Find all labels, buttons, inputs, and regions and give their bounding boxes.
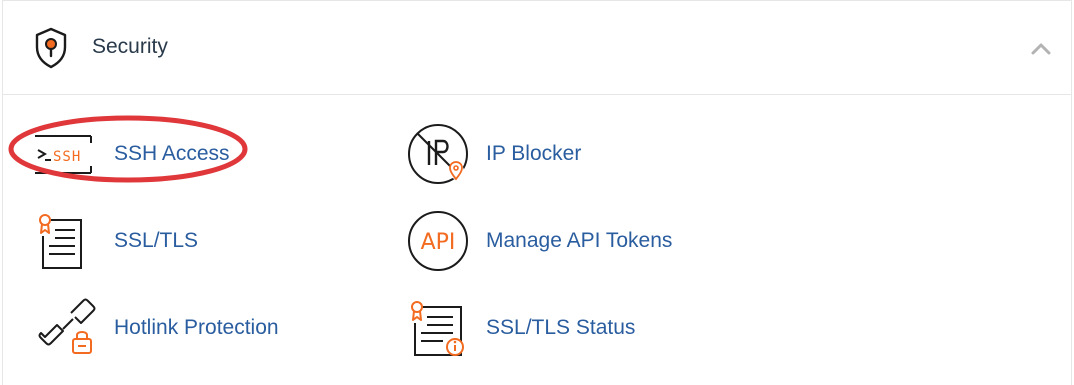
item-ip-blocker[interactable]: IP Blocker: [405, 119, 625, 189]
security-panel: Security SSH SSH Access IP Blocker SSL/T…: [2, 0, 1072, 385]
chevron-up-icon[interactable]: [1029, 37, 1053, 61]
api-icon: API: [408, 211, 468, 271]
section-title: Security: [92, 35, 168, 58]
item-label-ip-blocker: IP Blocker: [486, 142, 582, 165]
item-label-hotlink-protection: Hotlink Protection: [114, 316, 279, 339]
ip-blocker-icon: [408, 124, 468, 184]
broken-link-lock-icon: [38, 298, 96, 354]
item-label-ssl-tls-status: SSL/TLS Status: [486, 316, 636, 339]
item-hotlink-protection[interactable]: Hotlink Protection: [33, 293, 313, 363]
item-ssh-access[interactable]: SSH SSH Access: [33, 119, 263, 189]
item-label-ssh-access: SSH Access: [114, 142, 230, 165]
security-panel-header[interactable]: Security: [3, 1, 1071, 95]
item-ssl-tls-status[interactable]: SSL/TLS Status: [405, 293, 655, 363]
svg-text:API: API: [421, 230, 456, 255]
item-label-manage-api-tokens: Manage API Tokens: [486, 229, 673, 252]
svg-text:SSH: SSH: [53, 149, 81, 165]
item-ssl-tls[interactable]: SSL/TLS: [33, 206, 233, 276]
item-label-ssl-tls: SSL/TLS: [114, 229, 199, 252]
certificate-icon: [39, 214, 82, 269]
certificate-info-icon: [411, 301, 464, 356]
shield-icon: [35, 27, 67, 69]
item-manage-api-tokens[interactable]: API Manage API Tokens: [405, 206, 695, 276]
ssh-terminal-icon: SSH: [35, 135, 92, 174]
